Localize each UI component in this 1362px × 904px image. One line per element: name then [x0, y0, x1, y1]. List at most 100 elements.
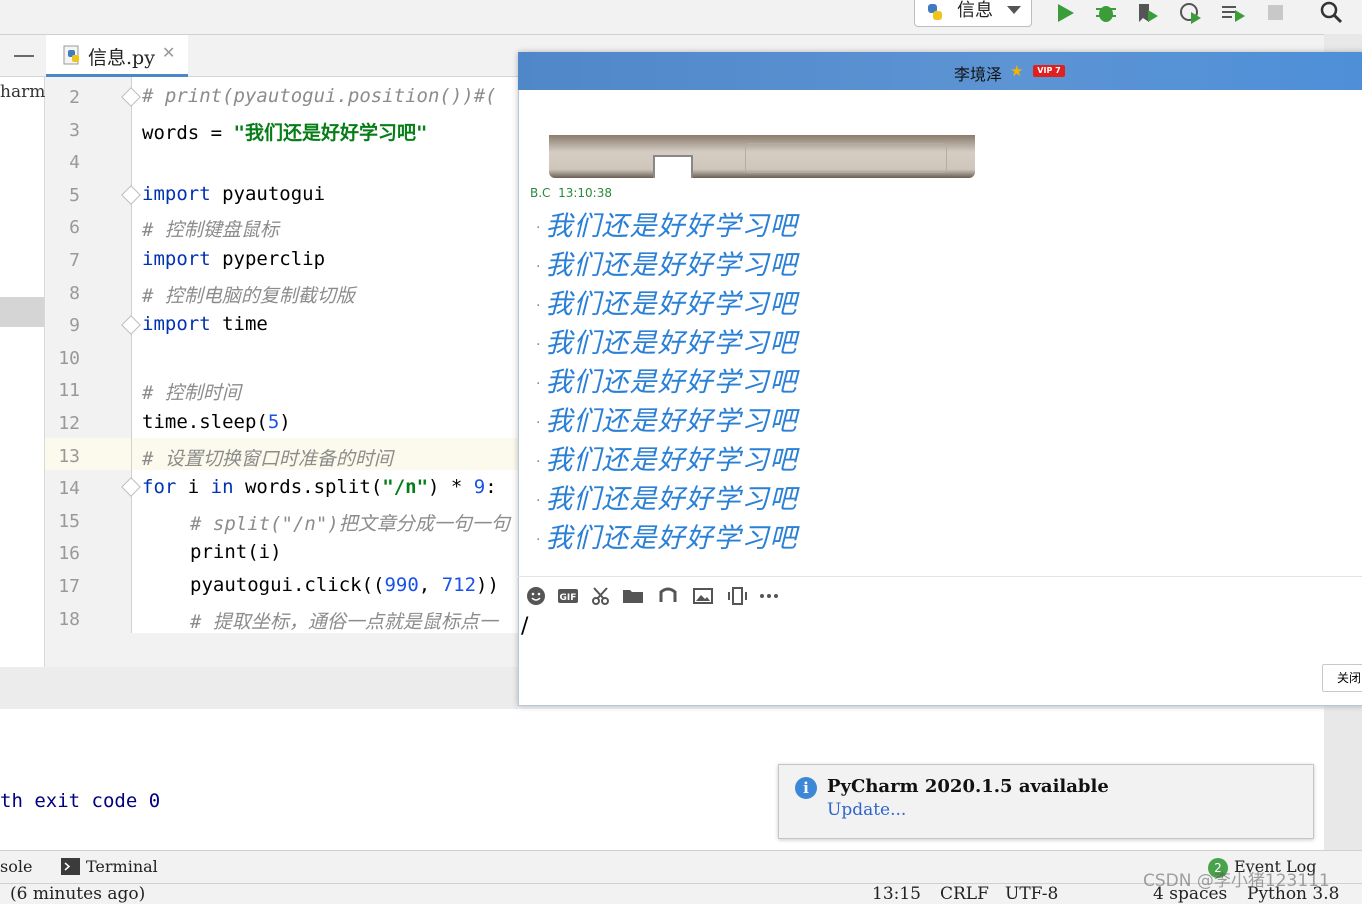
message-time: 13:10:38	[558, 186, 612, 200]
line-number: 3	[69, 120, 80, 141]
bullet-icon: ·	[536, 492, 542, 509]
code-line[interactable]: pyautogui.click((990, 712))	[190, 574, 499, 596]
code-token: :	[485, 476, 497, 498]
code-token: 5	[267, 411, 280, 433]
stop-icon[interactable]	[1261, 0, 1291, 26]
usb-port-detail	[653, 155, 693, 178]
editor-bottom-strip	[45, 633, 518, 667]
search-icon[interactable]	[1316, 0, 1346, 26]
image-icon[interactable]	[692, 586, 714, 606]
code-token: time.sleep(	[142, 411, 268, 433]
chat-message[interactable]: · 我们还是好好学习吧	[536, 516, 797, 555]
code-line[interactable]: import pyautogui	[142, 183, 325, 205]
emoji-icon[interactable]	[526, 586, 548, 606]
panel-splitter[interactable]	[0, 667, 518, 709]
more-icon[interactable]	[758, 586, 780, 606]
code-line[interactable]: # print(pyautogui.position())#(	[142, 85, 497, 107]
chat-message-text: 我们还是好好学习吧	[545, 484, 798, 515]
line-number: 13	[58, 446, 80, 467]
code-line[interactable]: # 设置切换窗口时准备的时间	[142, 444, 393, 471]
code-token: in	[210, 476, 234, 498]
code-token: print(i)	[190, 541, 282, 563]
file-encoding[interactable]: UTF-8	[1005, 884, 1058, 904]
message-sender: B.C 13:10:38	[530, 186, 612, 200]
code-token: pyautogui.click((	[190, 574, 385, 596]
star-icon: ★	[1010, 62, 1024, 80]
code-line[interactable]: import pyperclip	[142, 248, 325, 270]
code-token: words.split(	[233, 476, 383, 498]
code-token: for	[142, 476, 177, 498]
line-number: 11	[58, 380, 80, 401]
code-token: pyautogui	[210, 183, 326, 205]
tab-terminal[interactable]: Terminal	[86, 857, 158, 876]
music-icon[interactable]	[657, 586, 679, 606]
notification-title: PyCharm 2020.1.5 available	[827, 776, 1109, 797]
chat-message-text: 我们还是好好学习吧	[545, 328, 798, 359]
code-token: time	[210, 313, 268, 335]
chat-message[interactable]: · 我们还是好好学习吧	[536, 438, 797, 477]
gif-icon[interactable]: GIF	[557, 586, 579, 606]
line-number: 12	[58, 413, 80, 434]
chat-message[interactable]: · 我们还是好好学习吧	[536, 360, 797, 399]
code-line[interactable]: # 提取坐标，通俗一点就是鼠标点一	[190, 607, 498, 634]
run-configuration-label: 信息	[957, 0, 993, 21]
code-line[interactable]: print(i)	[190, 541, 282, 563]
code-line[interactable]: # 控制电脑的复制截切版	[142, 281, 355, 308]
python-icon	[928, 4, 942, 20]
code-token: 9	[473, 476, 486, 498]
line-separator[interactable]: CRLF	[940, 884, 989, 904]
update-link[interactable]: Update...	[827, 800, 906, 820]
code-line[interactable]: # 控制键盘鼠标	[142, 215, 279, 242]
project-selected-row[interactable]	[0, 297, 44, 327]
chat-message-text: 我们还是好好学习吧	[545, 367, 798, 398]
chat-message[interactable]: · 我们还是好好学习吧	[536, 399, 797, 438]
chat-input-caret[interactable]: /	[521, 614, 528, 639]
code-token: ))	[476, 574, 499, 596]
line-number: 16	[58, 543, 80, 564]
code-line[interactable]: # 控制时间	[142, 378, 241, 405]
bullet-icon: ·	[536, 219, 542, 236]
folder-icon[interactable]	[622, 586, 644, 606]
code-line[interactable]: time.sleep(5)	[142, 411, 291, 433]
line-number: 2	[69, 87, 80, 108]
bullet-icon: ·	[536, 375, 542, 392]
chat-image[interactable]	[549, 135, 975, 178]
run-configuration-dropdown[interactable]: 信息	[914, 0, 1032, 27]
line-number: 4	[69, 152, 80, 173]
code-token: 712	[441, 574, 477, 596]
code-token: import	[142, 248, 211, 270]
terminal-icon	[61, 858, 80, 875]
chat-message[interactable]: · 我们还是好好学习吧	[536, 321, 797, 360]
profile-icon[interactable]	[1175, 0, 1205, 26]
editor-tab-file[interactable]: 信息.py ✕	[46, 35, 188, 77]
code-token: # 提取坐标，通俗一点就是鼠标点一	[190, 611, 498, 633]
chat-titlebar[interactable]	[518, 52, 1362, 90]
tab-console[interactable]: sole	[0, 857, 32, 876]
chat-message-text: 我们还是好好学习吧	[545, 406, 798, 437]
debug-icon[interactable]	[1091, 0, 1121, 26]
project-panel	[0, 77, 45, 667]
code-line[interactable]: words = "我们还是好好学习吧"	[142, 118, 427, 145]
bullet-icon: ·	[536, 453, 542, 470]
code-line[interactable]: for i in words.split("/n") * 9:	[142, 476, 497, 498]
coverage-icon[interactable]	[1133, 0, 1163, 26]
code-line[interactable]: # split("/n")把文章分成一句一句	[190, 509, 510, 536]
chat-message[interactable]: · 我们还是好好学习吧	[536, 243, 797, 282]
chat-message[interactable]: · 我们还是好好学习吧	[536, 282, 797, 321]
caret-position[interactable]: 13:15	[872, 884, 921, 904]
run-with-options-icon[interactable]	[1218, 0, 1248, 26]
chat-message-text: 我们还是好好学习吧	[545, 250, 798, 281]
chat-message[interactable]: · 我们还是好好学习吧	[536, 204, 797, 243]
line-number: 9	[69, 315, 80, 336]
code-line[interactable]: import time	[142, 313, 268, 335]
screen-shake-icon[interactable]	[726, 586, 748, 606]
close-chat-button[interactable]: 关闭	[1322, 664, 1362, 692]
close-icon[interactable]: ✕	[162, 43, 175, 62]
code-token: 990	[384, 574, 419, 596]
bullet-icon: ·	[536, 297, 542, 314]
scissors-icon[interactable]	[590, 586, 612, 606]
run-icon[interactable]	[1050, 0, 1080, 26]
chat-message[interactable]: · 我们还是好好学习吧	[536, 477, 797, 516]
code-token: ) *	[428, 476, 474, 498]
collapse-panel-icon[interactable]	[14, 55, 34, 57]
